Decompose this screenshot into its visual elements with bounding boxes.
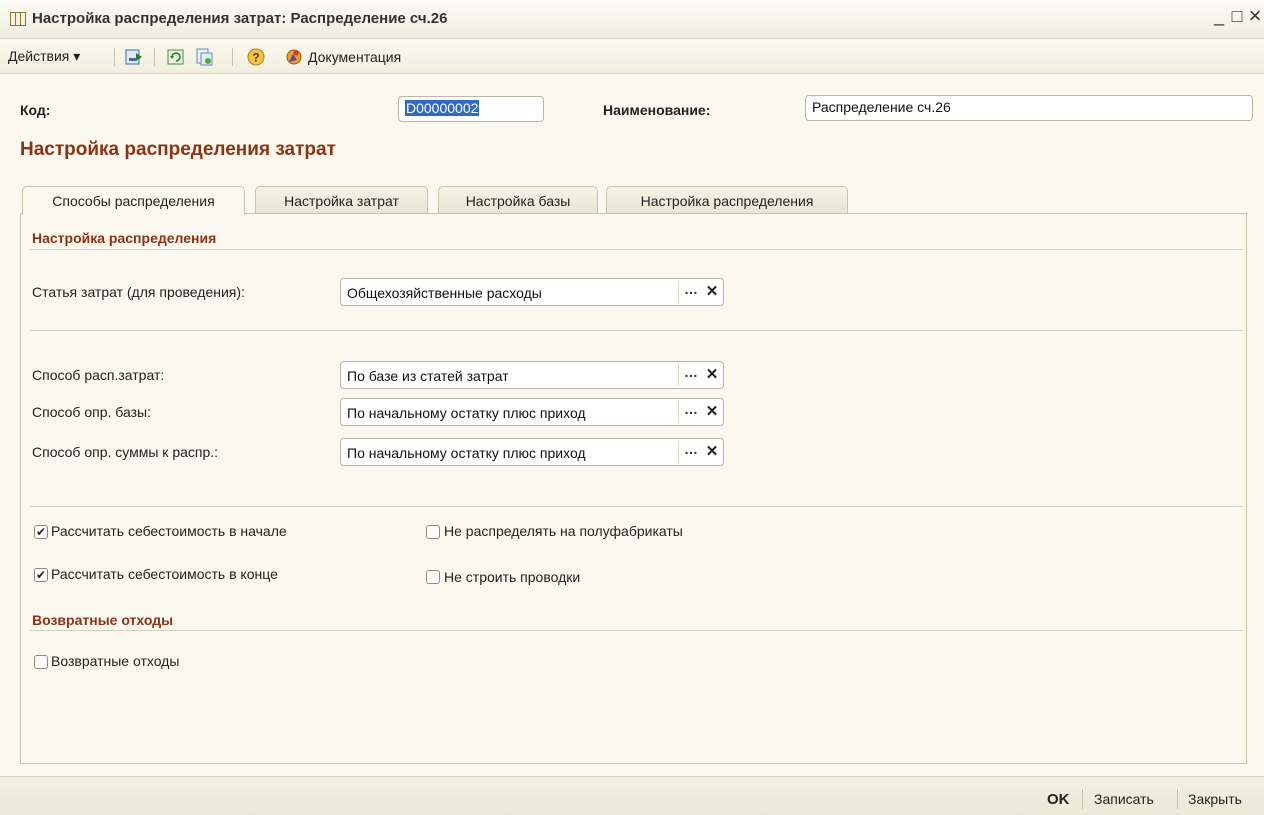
tab-distribution-settings[interactable]: Настройка распределения: [606, 186, 848, 214]
help-icon[interactable]: ?: [246, 47, 266, 67]
divider: [30, 506, 1243, 507]
method-value: По базе из статей затрат: [347, 368, 509, 384]
toolbar-divider: [232, 48, 233, 66]
field-divider: [678, 281, 679, 303]
toolbar: Действия ▾ ? Документация: [0, 39, 1264, 74]
distribution-group-title: Настройка распределения: [32, 230, 217, 246]
title-bar: Настройка распределения затрат: Распреде…: [0, 0, 1264, 39]
sum-field[interactable]: По начальному остатку плюс приход … ✕: [340, 438, 724, 466]
calc-end-label: Рассчитать себестоимость в конце: [51, 566, 278, 582]
footer-divider: [1082, 789, 1083, 809]
calc-start-label: Рассчитать себестоимость в начале: [51, 523, 287, 539]
svg-text:?: ?: [252, 51, 259, 65]
tab-base-settings[interactable]: Настройка базы: [438, 186, 598, 214]
documentation-icon[interactable]: [284, 47, 304, 67]
divider: [30, 630, 1243, 631]
divider: [30, 330, 1243, 331]
save-close-icon[interactable]: [124, 47, 144, 67]
select-button[interactable]: …: [681, 282, 701, 302]
clear-icon[interactable]: ✕: [703, 365, 721, 385]
clear-icon[interactable]: ✕: [703, 442, 721, 462]
section-title: Настройка распределения затрат: [20, 139, 336, 160]
returnable-group-title: Возвратные отходы: [32, 612, 174, 628]
field-divider: [678, 401, 679, 423]
method-label: Способ расп.затрат:: [32, 367, 165, 383]
toolbar-divider: [114, 48, 115, 66]
refresh-icon[interactable]: [166, 47, 186, 67]
copy-icon[interactable]: [194, 47, 214, 67]
base-label: Способ опр. базы:: [32, 404, 151, 420]
ok-button[interactable]: OK: [1047, 791, 1070, 808]
cost-item-value: Общехозяйственные расходы: [347, 285, 542, 301]
clear-icon[interactable]: ✕: [703, 402, 721, 422]
field-divider: [678, 364, 679, 386]
close-button[interactable]: Закрыть: [1188, 791, 1242, 807]
footer: OK Записать Закрыть: [0, 776, 1264, 815]
cost-item-field[interactable]: Общехозяйственные расходы … ✕: [340, 278, 724, 306]
clear-icon[interactable]: ✕: [703, 282, 721, 302]
window-title: Настройка распределения затрат: Распреде…: [32, 10, 448, 27]
code-label: Код:: [20, 102, 51, 118]
select-button[interactable]: …: [681, 402, 701, 422]
toolbar-divider: [154, 48, 155, 66]
no-entries-label: Не строить проводки: [444, 569, 581, 585]
divider: [30, 249, 1243, 250]
close-window-button[interactable]: ×: [1244, 3, 1264, 29]
footer-divider: [1177, 789, 1178, 809]
actions-menu-button[interactable]: Действия ▾: [8, 48, 80, 65]
code-field[interactable]: D00000002: [398, 96, 544, 122]
save-button[interactable]: Записать: [1094, 791, 1154, 807]
documentation-button[interactable]: Документация: [308, 49, 401, 65]
no-semi-label: Не распределять на полуфабрикаты: [444, 523, 683, 539]
name-value: Распределение сч.26: [812, 99, 951, 115]
no-semi-checkbox[interactable]: [426, 525, 440, 539]
name-field[interactable]: Распределение сч.26: [805, 95, 1253, 121]
name-label: Наименование:: [603, 102, 711, 118]
method-field[interactable]: По базе из статей затрат … ✕: [340, 361, 724, 389]
select-button[interactable]: …: [681, 365, 701, 385]
select-button[interactable]: …: [681, 442, 701, 462]
tab-distribution-methods[interactable]: Способы распределения: [22, 186, 245, 215]
sum-value: По начальному остатку плюс приход: [347, 445, 586, 461]
tab-cost-settings[interactable]: Настройка затрат: [255, 186, 428, 214]
check-icon: ✔: [35, 568, 47, 582]
base-field[interactable]: По начальному остатку плюс приход … ✕: [340, 398, 724, 426]
base-value: По начальному остатку плюс приход: [347, 405, 586, 421]
no-entries-checkbox[interactable]: [426, 570, 440, 584]
cost-item-label: Статья затрат (для проведения):: [32, 284, 245, 300]
sum-label: Способ опр. суммы к распр.:: [32, 444, 219, 460]
form-icon: [10, 12, 26, 26]
returnable-label: Возвратные отходы: [51, 653, 180, 669]
code-value: D00000002: [405, 100, 480, 116]
calc-end-checkbox[interactable]: ✔: [34, 568, 48, 582]
field-divider: [678, 441, 679, 463]
check-icon: ✔: [35, 525, 47, 539]
returnable-checkbox[interactable]: [34, 655, 48, 669]
calc-start-checkbox[interactable]: ✔: [34, 525, 48, 539]
